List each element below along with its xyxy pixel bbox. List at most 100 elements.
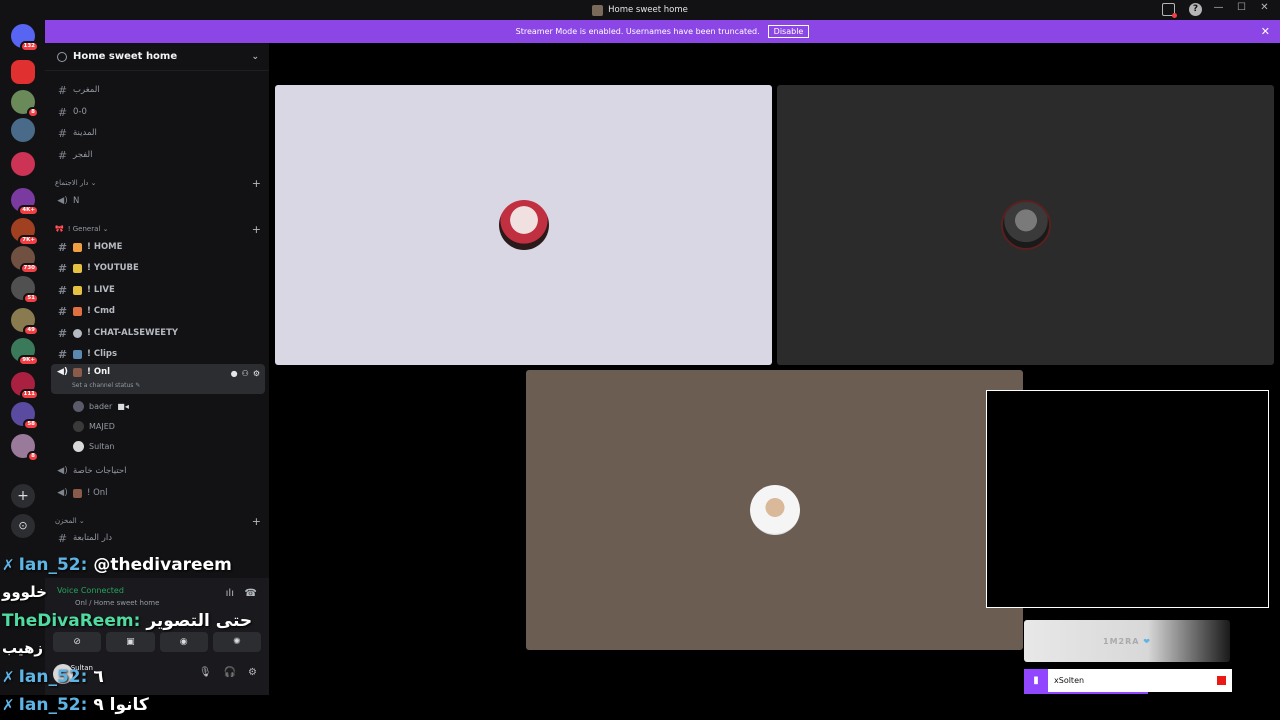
headphones-icon[interactable]: 🎧 [224,667,236,678]
emoji-icon [73,285,82,295]
server-icon-server-4[interactable] [11,152,35,176]
hash-icon: # [57,304,68,318]
noise-suppression-icon[interactable]: ılı [226,588,234,599]
close-banner-icon[interactable]: ✕ [1261,25,1270,38]
sword-icon: ✗ [2,696,15,714]
active-voice-channel[interactable]: ◀) ! Onl Set a channel status ✎ ● ⚇ ⚙ [51,364,265,394]
mention-badge: 8 [27,107,39,118]
add-channel-icon[interactable]: + [252,223,261,236]
ribbon-icon: 🎀 [55,225,64,233]
category-meeting[interactable]: دار الاجتماع ⌄ + [55,177,269,190]
speaker-icon: ◀) [57,488,68,498]
voice-user[interactable]: MAJED [73,418,115,434]
channel-cmd[interactable]: #! Cmd [55,302,265,320]
speaker-icon: ◀) [57,466,68,476]
server-icon-server-5[interactable]: 4K+ [11,188,39,216]
server-icon-server-8[interactable]: 51 [11,276,39,304]
user-info[interactable]: Sultan 🎙 🎧 ⚙ [53,662,263,686]
screen-share-icon: ▣ [126,637,135,647]
channel-text[interactable]: # الفجر [55,146,265,164]
server-icon-server-13[interactable]: 8 [11,434,39,462]
speech-bubble-icon [73,328,82,338]
voice-channel-private[interactable]: ◀) احتياجات خاصة [55,462,265,480]
mention-badge: 51 [23,293,39,304]
add-channel-icon[interactable]: + [252,177,261,190]
emoji-icon [73,242,82,252]
voice-connected-status[interactable]: Voice Connected [57,586,124,595]
chevron-down-icon[interactable]: ⌄ [251,52,259,62]
server-icon-server-9[interactable]: 49 [11,308,39,336]
server-icon-server-3[interactable] [11,118,35,142]
microphone-icon[interactable]: 🎙 [199,667,212,678]
mention-badge: 9K+ [18,355,39,366]
server-icon-server-2[interactable]: 8 [11,90,39,118]
voice-channel-onl[interactable]: ◀)! Onl [55,484,265,502]
channel-text[interactable]: # المدينة [55,124,265,142]
screen-share-button[interactable]: ▣ [106,632,155,652]
server-icon-server-6[interactable]: 7K+ [11,218,39,246]
twitch-accent-bar [1024,692,1148,694]
channel-chat-alseweety[interactable]: #! CHAT-ALSEWEETY [55,324,265,342]
soundboard-button[interactable]: ✺ [212,632,261,652]
camera-off-icon: ⊘ [73,637,81,647]
maximize-button[interactable]: ☐ [1230,2,1253,13]
chat-icon[interactable]: ● [231,369,238,378]
channel-youtube[interactable]: #! YOUTUBE [55,259,265,277]
server-icon-server-12[interactable]: 58 [11,402,39,430]
soundboard-icon: ✺ [233,637,241,647]
server-icon-server-7[interactable]: 730 [11,246,39,274]
channel-store[interactable]: # دار المتابعة [55,529,265,547]
hash-icon: # [57,126,68,140]
minimize-button[interactable]: — [1207,2,1230,13]
channel-status[interactable]: Set a channel status ✎ [72,382,140,389]
avatar [73,400,84,412]
mention-badge: 730 [19,263,39,274]
channel-live[interactable]: #! LIVE [55,281,265,299]
server-icon-server-11[interactable]: 111 [11,372,39,400]
channel-text[interactable]: # المغرب [55,81,265,99]
gamepad-icon: ◉ [179,637,188,647]
channel-home[interactable]: #! HOME [55,238,265,256]
avatar [73,440,84,452]
hash-icon: # [57,347,68,361]
inbox-icon[interactable] [1162,3,1177,18]
invite-icon[interactable]: ⚇ [242,369,249,378]
category-store[interactable]: المخزن ⌄ + [55,515,269,528]
server-favicon-icon [592,4,604,16]
avatar [749,485,800,535]
channel-clips[interactable]: #! Clips [55,345,265,363]
server-icon-server-10[interactable]: 9K+ [11,338,39,366]
mention-badge: 49 [23,325,39,336]
participant-tile[interactable] [526,370,1023,650]
twitch-name-bar: ▮ xSolten [1024,669,1232,692]
gear-icon[interactable]: ⚙ [253,369,260,378]
hash-icon: # [57,105,68,119]
participant-tile[interactable] [777,85,1274,365]
channel-text[interactable]: #0-0 [55,103,265,121]
participant-tile[interactable] [275,85,772,365]
voice-channel-n[interactable]: ◀) N [55,192,265,210]
activities-button[interactable]: ◉ [159,632,208,652]
heart-icon: ❤ [1143,636,1151,646]
help-icon[interactable]: ? [1189,3,1202,16]
voice-user[interactable]: bader ■◂ [73,398,129,414]
server-header[interactable]: Home sweet home ⌄ [45,43,269,71]
voice-connected-channel[interactable]: Onl / Home sweet home [75,599,159,607]
server-icon-direct-messages[interactable]: 132 [11,24,39,52]
add-channel-icon[interactable]: + [252,515,261,528]
gear-icon[interactable]: ⚙ [248,667,257,678]
close-window-button[interactable]: ✕ [1253,2,1276,13]
category-general[interactable]: 🎀 ! General ⌄ + [55,223,269,236]
disable-streamer-mode-button[interactable]: Disable [767,25,810,38]
add-server-icon[interactable]: + [11,484,35,508]
speaker-icon: ◀) [57,196,68,206]
camera-button[interactable]: ⊘ [53,632,102,652]
hash-icon: # [57,240,68,254]
chat-message: ✗ Ian_52: كانوا ٩ [2,695,149,715]
discover-icon[interactable]: ⊙ [11,514,35,538]
disconnect-icon[interactable]: ☎ [245,588,257,599]
server-icon-server-ca[interactable] [11,60,35,84]
stream-overlay-banner: 1M2RA ❤ [1024,620,1230,662]
voice-user[interactable]: Sultan [73,438,114,454]
banner-text: Streamer Mode is enabled. Usernames have… [515,27,760,36]
